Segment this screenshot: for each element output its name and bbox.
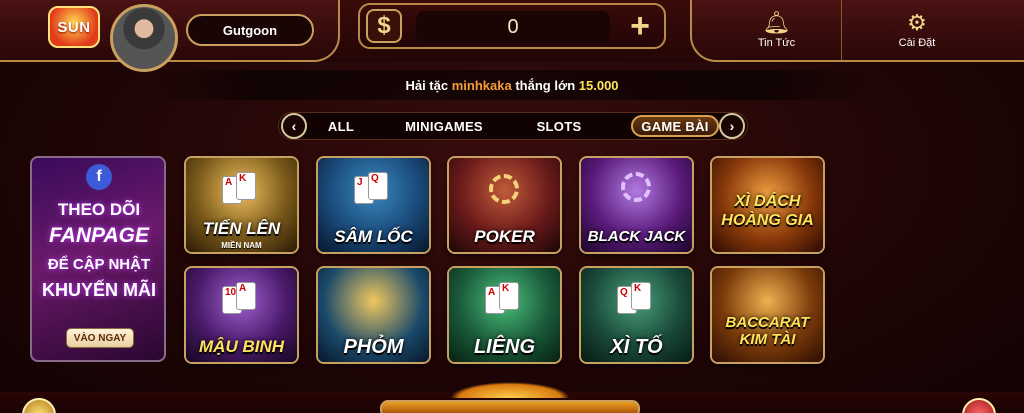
chevron-left-icon[interactable]: ‹ xyxy=(281,113,307,139)
game-tile-phom[interactable]: PHỎM xyxy=(316,266,431,364)
poker-chip-icon xyxy=(489,174,519,204)
game-title: BLACK JACK xyxy=(587,228,686,245)
cards-icon: JQ xyxy=(354,172,398,206)
gold-pile-decoration xyxy=(450,382,570,398)
game-title: XÌ DÁCH HOÀNG GIA xyxy=(721,193,814,229)
chevron-right-icon[interactable]: › xyxy=(719,113,745,139)
menu-panel: 🔔︎ Tin Tức ⚙︎ Cài Đặt xyxy=(690,0,1024,62)
balance-value: 0 xyxy=(416,11,610,43)
currency-icon: $ xyxy=(366,9,402,43)
game-title: PHỎM xyxy=(343,336,404,358)
tab-minigames[interactable]: MINIGAMES xyxy=(397,115,491,137)
join-now-button[interactable]: VÀO NGAY xyxy=(66,328,134,348)
avatar[interactable] xyxy=(110,4,178,72)
game-title: BACCARAT KIM TÀI xyxy=(725,314,810,348)
settings-button[interactable]: ⚙︎ Cài Đặt xyxy=(842,0,992,60)
username-label[interactable]: Gutgoon xyxy=(186,14,314,46)
promo-line-1: THEO DÕI xyxy=(57,200,141,219)
ticker-verb: thắng lớn xyxy=(515,77,576,93)
promo-line-3: ĐỂ CẬP NHẬT xyxy=(47,256,151,273)
game-title: POKER xyxy=(474,227,535,246)
promo-line-2: FANPAGE xyxy=(49,224,149,247)
add-funds-button[interactable]: + xyxy=(620,7,660,45)
game-title: XÌ TỐ xyxy=(610,336,663,358)
tab-slots[interactable]: SLOTS xyxy=(529,115,589,137)
game-tile-poker[interactable]: POKER xyxy=(447,156,562,254)
game-tile-mau-binh[interactable]: 10 A MẬU BINH xyxy=(184,266,299,364)
tab-all[interactable]: ALL xyxy=(319,115,363,137)
cards-icon: QK xyxy=(617,282,661,316)
game-title: TIẾN LÊN xyxy=(202,219,281,238)
tab-game-bai[interactable]: GAME BÀI xyxy=(631,115,719,137)
fanpage-promo-banner[interactable]: f THEO DÕI FANPAGE ĐỂ CẬP NHẬT KHUYẾN MÃ… xyxy=(30,156,166,362)
game-tile-lieng[interactable]: AK LIÊNG xyxy=(447,266,562,364)
game-tile-xi-dach-hoang-gia[interactable]: XÌ DÁCH HOÀNG GIA xyxy=(710,156,825,254)
game-title: SÂM LỐC xyxy=(334,227,413,246)
sun-logo[interactable]: SUN xyxy=(48,6,100,48)
game-title: LIÊNG xyxy=(473,336,536,358)
game-tile-sam-loc[interactable]: JQ SÂM LỐC xyxy=(316,156,431,254)
cards-icon: 10 A xyxy=(222,282,266,316)
game-tile-baccarat-kim-tai[interactable]: BACCARAT KIM TÀI xyxy=(710,266,825,364)
ticker-player: minhkaka xyxy=(451,77,512,93)
cards-icon: AK xyxy=(485,282,529,316)
cards-icon: AK xyxy=(222,172,266,206)
news-label: Tin Tức xyxy=(757,37,796,49)
game-tile-tien-len[interactable]: AK TIẾN LÊN MIỀN NAM xyxy=(184,156,299,254)
poker-chip-icon xyxy=(621,172,651,202)
win-ticker: Hải tặc minhkaka thắng lớn 15.000 xyxy=(150,70,874,100)
bottom-center-button[interactable] xyxy=(380,400,640,413)
news-button[interactable]: 🔔︎ Tin Tức xyxy=(712,0,842,60)
promo-line-4: KHUYẾN MÃI xyxy=(41,280,156,300)
settings-label: Cài Đặt xyxy=(898,37,936,49)
game-tile-black-jack[interactable]: BLACK JACK xyxy=(579,156,694,254)
user-panel: SUN Gutgoon xyxy=(0,0,340,72)
bell-icon: 🔔︎ xyxy=(762,10,791,35)
game-tile-xi-to[interactable]: QK XÌ TỐ xyxy=(579,266,694,364)
ticker-prefix: Hải tặc xyxy=(405,77,449,93)
ticker-amount: 15.000 xyxy=(578,77,619,93)
game-subtitle: MIỀN NAM xyxy=(221,241,262,250)
gear-icon: ⚙︎ xyxy=(907,10,927,35)
game-title: MẬU BINH xyxy=(199,337,284,356)
category-tabs: ‹ ALL MINIGAMES SLOTS GAME BÀI › xyxy=(278,112,748,140)
facebook-icon: f xyxy=(86,164,112,190)
balance-box: $ 0 + xyxy=(358,3,666,49)
